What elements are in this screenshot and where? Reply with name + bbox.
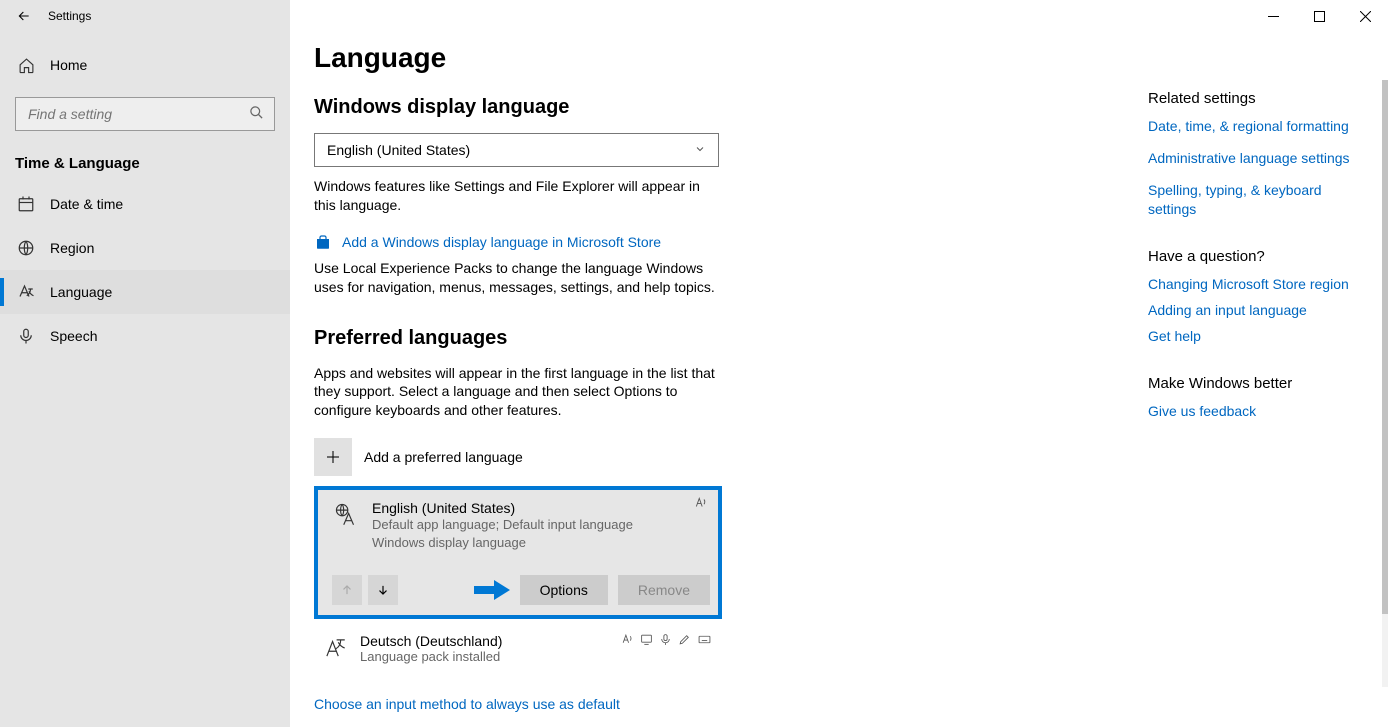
- sidebar-item-speech[interactable]: Speech: [0, 314, 290, 358]
- chevron-down-icon: [694, 142, 706, 158]
- language-item-deutsch[interactable]: Deutsch (Deutschland) Language pack inst…: [314, 625, 722, 672]
- related-link[interactable]: Date, time, & regional formatting: [1148, 117, 1368, 135]
- language-sub1: Default app language; Default input lang…: [372, 516, 702, 534]
- language-item-english-us[interactable]: English (United States) Default app lang…: [314, 486, 722, 619]
- remove-button[interactable]: Remove: [618, 575, 710, 605]
- store-desc: Use Local Experience Packs to change the…: [314, 259, 719, 297]
- related-heading: Related settings: [1148, 90, 1368, 107]
- text-to-speech-icon: [621, 633, 634, 649]
- plus-button[interactable]: [314, 438, 352, 476]
- language-glyph-icon: [322, 633, 348, 664]
- add-language-label: Add a preferred language: [364, 449, 523, 465]
- sidebar: Home Time & Language Date & time Region …: [0, 0, 290, 727]
- language-icon: [16, 283, 36, 301]
- move-down-button[interactable]: [368, 575, 398, 605]
- main-scroll[interactable]: Language Windows display language Englis…: [290, 0, 1138, 727]
- sidebar-item-language[interactable]: Language: [0, 270, 290, 314]
- feedback-heading: Make Windows better: [1148, 375, 1368, 392]
- related-link[interactable]: Administrative language settings: [1148, 149, 1368, 167]
- keyboard-icon: [697, 633, 712, 649]
- help-link[interactable]: Changing Microsoft Store region: [1148, 275, 1368, 293]
- language-sub1: Language pack installed: [360, 649, 502, 664]
- store-icon: [314, 233, 332, 251]
- category-title: Time & Language: [0, 139, 290, 182]
- move-up-button[interactable]: [332, 575, 362, 605]
- microphone-icon: [16, 327, 36, 345]
- sidebar-item-date-time[interactable]: Date & time: [0, 182, 290, 226]
- home-icon: [16, 57, 36, 74]
- add-language-row[interactable]: Add a preferred language: [314, 438, 1138, 476]
- annotation-arrow-icon: [474, 579, 510, 601]
- search-input-wrap[interactable]: [15, 97, 275, 131]
- clock-icon: [16, 195, 36, 213]
- search-icon: [249, 105, 264, 123]
- sidebar-item-label: Region: [50, 240, 94, 256]
- vertical-scrollbar[interactable]: [1382, 80, 1388, 687]
- store-link[interactable]: Add a Windows display language in Micros…: [342, 234, 661, 250]
- home-link[interactable]: Home: [0, 45, 290, 85]
- preferred-languages-desc: Apps and websites will appear in the fir…: [314, 364, 719, 421]
- sidebar-item-label: Date & time: [50, 196, 123, 212]
- handwriting-icon: [678, 633, 691, 649]
- related-column: Related settings Date, time, & regional …: [1148, 90, 1368, 451]
- help-link[interactable]: Adding an input language: [1148, 301, 1368, 319]
- display-icon: [640, 633, 653, 649]
- page-title: Language: [314, 42, 1138, 74]
- text-to-speech-icon: [694, 496, 708, 513]
- window-title: Settings: [48, 9, 91, 23]
- language-name: English (United States): [372, 500, 702, 516]
- question-heading: Have a question?: [1148, 248, 1368, 265]
- preferred-languages-heading: Preferred languages: [314, 327, 1138, 350]
- display-language-heading: Windows display language: [314, 96, 1138, 119]
- language-sub2: Windows display language: [372, 534, 702, 552]
- back-button[interactable]: [0, 0, 48, 32]
- options-label: Options: [540, 582, 588, 598]
- language-glyph-icon: [334, 500, 360, 531]
- sidebar-item-label: Language: [50, 284, 112, 300]
- related-link[interactable]: Spelling, typing, & keyboard settings: [1148, 181, 1368, 217]
- speech-icon: [659, 633, 672, 649]
- feedback-link[interactable]: Give us feedback: [1148, 402, 1368, 420]
- main-content: Language Windows display language Englis…: [290, 0, 1388, 727]
- options-button[interactable]: Options: [520, 575, 608, 605]
- input-method-link[interactable]: Choose an input method to always use as …: [314, 696, 620, 712]
- scrollbar-thumb[interactable]: [1382, 80, 1388, 614]
- home-label: Home: [50, 57, 87, 73]
- search-input[interactable]: [26, 105, 249, 123]
- language-name: Deutsch (Deutschland): [360, 633, 502, 649]
- dropdown-value: English (United States): [327, 142, 470, 158]
- sidebar-item-region[interactable]: Region: [0, 226, 290, 270]
- display-language-desc: Windows features like Settings and File …: [314, 177, 719, 215]
- globe-icon: [16, 239, 36, 257]
- display-language-dropdown[interactable]: English (United States): [314, 133, 719, 167]
- help-link[interactable]: Get help: [1148, 327, 1368, 345]
- sidebar-item-label: Speech: [50, 328, 97, 344]
- remove-label: Remove: [638, 582, 690, 598]
